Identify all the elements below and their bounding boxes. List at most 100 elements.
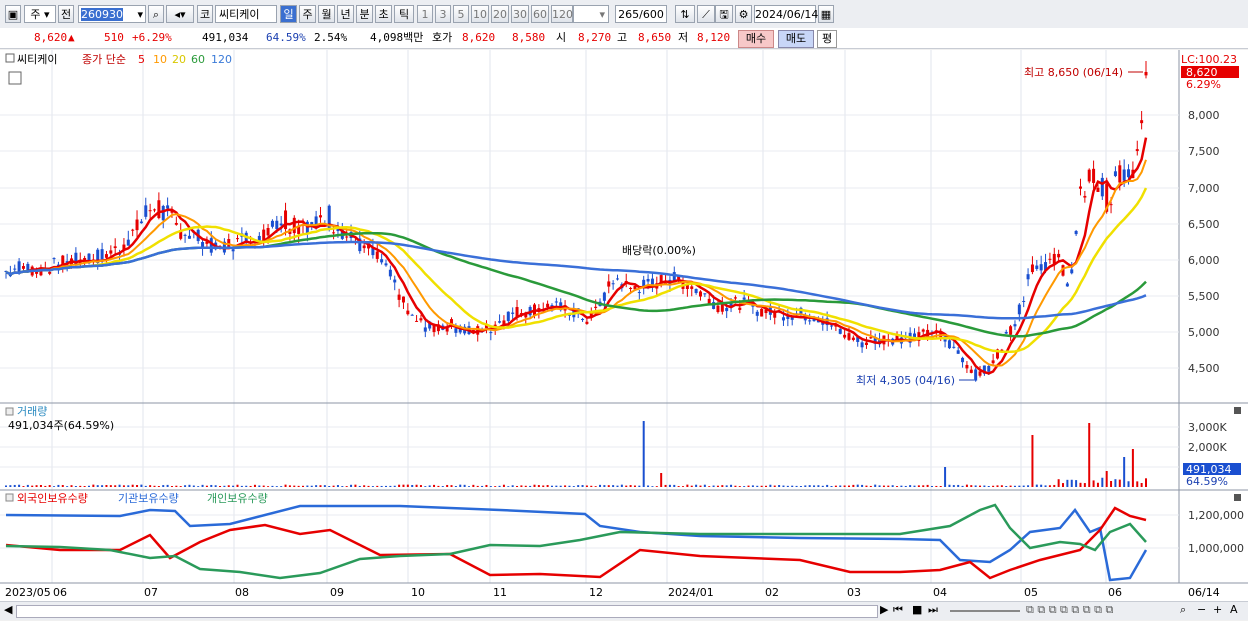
volume-bar <box>275 486 278 487</box>
candle-body <box>1035 265 1039 269</box>
ytick-6500: 6,500 <box>1188 218 1220 231</box>
volume-bar <box>315 485 318 487</box>
market-select[interactable]: 주 ▾ <box>24 5 56 23</box>
speaker-icon[interactable]: ◂▾ <box>166 5 194 23</box>
stock-code-input[interactable]: 260930 ▾ <box>78 5 146 23</box>
interval-select[interactable]: ▾ <box>573 5 609 23</box>
volume-bar <box>83 486 86 487</box>
volume-menu-icon[interactable] <box>5 407 14 416</box>
xlabel-06: 06 <box>53 586 67 599</box>
scroll-thumb[interactable] <box>16 605 878 618</box>
candle-body <box>864 342 868 346</box>
holdings-menu-icon[interactable] <box>5 493 14 502</box>
volume-close-icon[interactable] <box>1234 407 1241 414</box>
tab-day[interactable]: 일 <box>280 5 297 23</box>
zoom-out-icon[interactable]: − <box>1197 603 1206 616</box>
candle-body <box>174 222 178 225</box>
candle-body <box>952 346 956 348</box>
tool-icons[interactable]: ⧉ ⧉ ⧉ ⧉ ⧉ ⧉ ⧉ ⧉ <box>1026 603 1113 617</box>
volume-bar <box>778 485 781 487</box>
minute-3[interactable]: 3 <box>435 5 451 23</box>
candle-body <box>332 232 336 234</box>
font-size-icon[interactable]: A <box>1230 603 1238 616</box>
chart-scrollbar[interactable]: ◀ ▶ ⏮ ■ ⏭ ⧉ ⧉ ⧉ ⧉ ⧉ ⧉ ⧉ ⧉ ⌕ − + A <box>0 601 1248 620</box>
zoom-in-icon[interactable]: + <box>1213 603 1222 616</box>
volume-bar <box>232 485 235 487</box>
chart-area[interactable]: 8,000 7,500 7,000 6,500 6,000 5,500 5,00… <box>0 50 1248 618</box>
calendar-small-icon[interactable] <box>8 71 22 85</box>
tab-month[interactable]: 월 <box>318 5 335 23</box>
prev-button[interactable]: 전 <box>58 5 74 23</box>
search-zoom-icon[interactable]: ⌕ <box>1180 603 1186 617</box>
volume-bar <box>1044 485 1047 487</box>
volume-bar <box>1114 479 1117 487</box>
flat-button[interactable]: 평 <box>817 30 837 48</box>
volume-bar <box>170 486 173 487</box>
draw-tool-icon[interactable]: ⟋ <box>697 5 715 23</box>
tab-second[interactable]: 초 <box>375 5 392 23</box>
tab-tick[interactable]: 틱 <box>394 5 414 23</box>
volume-bar <box>839 485 842 487</box>
volume-bar <box>533 484 536 487</box>
tab-year[interactable]: 년 <box>337 5 354 23</box>
volume-bar <box>201 484 204 487</box>
date-input[interactable]: 2024/06/14 <box>754 5 818 23</box>
buy-button[interactable]: 매수 <box>738 30 774 48</box>
panel-menu-icon[interactable] <box>5 53 15 63</box>
volume-bar <box>467 486 470 487</box>
volume-bar <box>1018 485 1021 487</box>
candle-body <box>738 307 742 310</box>
volume-bar <box>502 484 505 487</box>
volume-bar <box>638 485 641 487</box>
scroll-right-icon[interactable]: ▶ <box>880 603 888 616</box>
tab-minute[interactable]: 분 <box>356 5 373 23</box>
tab-week[interactable]: 주 <box>299 5 316 23</box>
calendar-icon[interactable]: ▦ <box>818 5 834 23</box>
volume-bar <box>424 486 427 487</box>
volume-bar <box>546 485 549 487</box>
volume-bar <box>1110 480 1113 487</box>
volume-bar <box>926 484 929 487</box>
volume-bar <box>293 485 296 487</box>
minute-20[interactable]: 20 <box>491 5 509 23</box>
holdings-close-icon[interactable] <box>1234 494 1241 501</box>
volume-bar <box>61 485 64 487</box>
xlabel-06b: 06 <box>1108 586 1122 599</box>
search-icon[interactable]: ⌕ <box>148 5 164 23</box>
volume-bar <box>262 485 265 487</box>
volume-bar <box>1127 481 1130 487</box>
volume-bar <box>826 484 829 487</box>
candle-body <box>755 311 759 316</box>
xlabel-10: 10 <box>411 586 425 599</box>
minute-60[interactable]: 60 <box>531 5 549 23</box>
last-page-icon[interactable]: ⏭ <box>928 603 938 617</box>
volume-bar <box>284 484 287 487</box>
candle-body <box>380 259 384 263</box>
volume-bar <box>363 485 366 487</box>
volume-bar <box>31 485 34 487</box>
candle-body <box>423 327 427 332</box>
kor-label[interactable]: 코 <box>197 5 213 23</box>
chart-type-icon[interactable]: ⇅ <box>675 5 695 23</box>
minute-10[interactable]: 10 <box>471 5 489 23</box>
candle-body <box>275 220 279 230</box>
volume-bar <box>708 486 711 487</box>
layout-icon[interactable]: ▣ <box>5 5 21 23</box>
minute-120[interactable]: 120 <box>551 5 573 23</box>
minute-1[interactable]: 1 <box>417 5 433 23</box>
stop-icon[interactable]: ■ <box>912 603 922 616</box>
candle-body <box>694 288 698 294</box>
minute-5[interactable]: 5 <box>453 5 469 23</box>
count-input[interactable]: 265/600 <box>615 5 667 23</box>
volume-bar <box>1088 423 1091 487</box>
scroll-left-icon[interactable]: ◀ <box>4 603 12 616</box>
gear-icon[interactable]: ⚙ <box>735 5 752 23</box>
zoom-slider[interactable] <box>950 610 1020 612</box>
minute-30[interactable]: 30 <box>511 5 529 23</box>
volume-bar <box>668 484 671 487</box>
save-icon[interactable]: 🖫 <box>715 5 733 23</box>
ma-legend-60: 60 <box>191 53 205 66</box>
chart-svg[interactable]: 8,000 7,500 7,000 6,500 6,000 5,500 5,00… <box>0 50 1248 618</box>
first-page-icon[interactable]: ⏮ <box>893 603 903 617</box>
sell-button[interactable]: 매도 <box>778 30 814 48</box>
